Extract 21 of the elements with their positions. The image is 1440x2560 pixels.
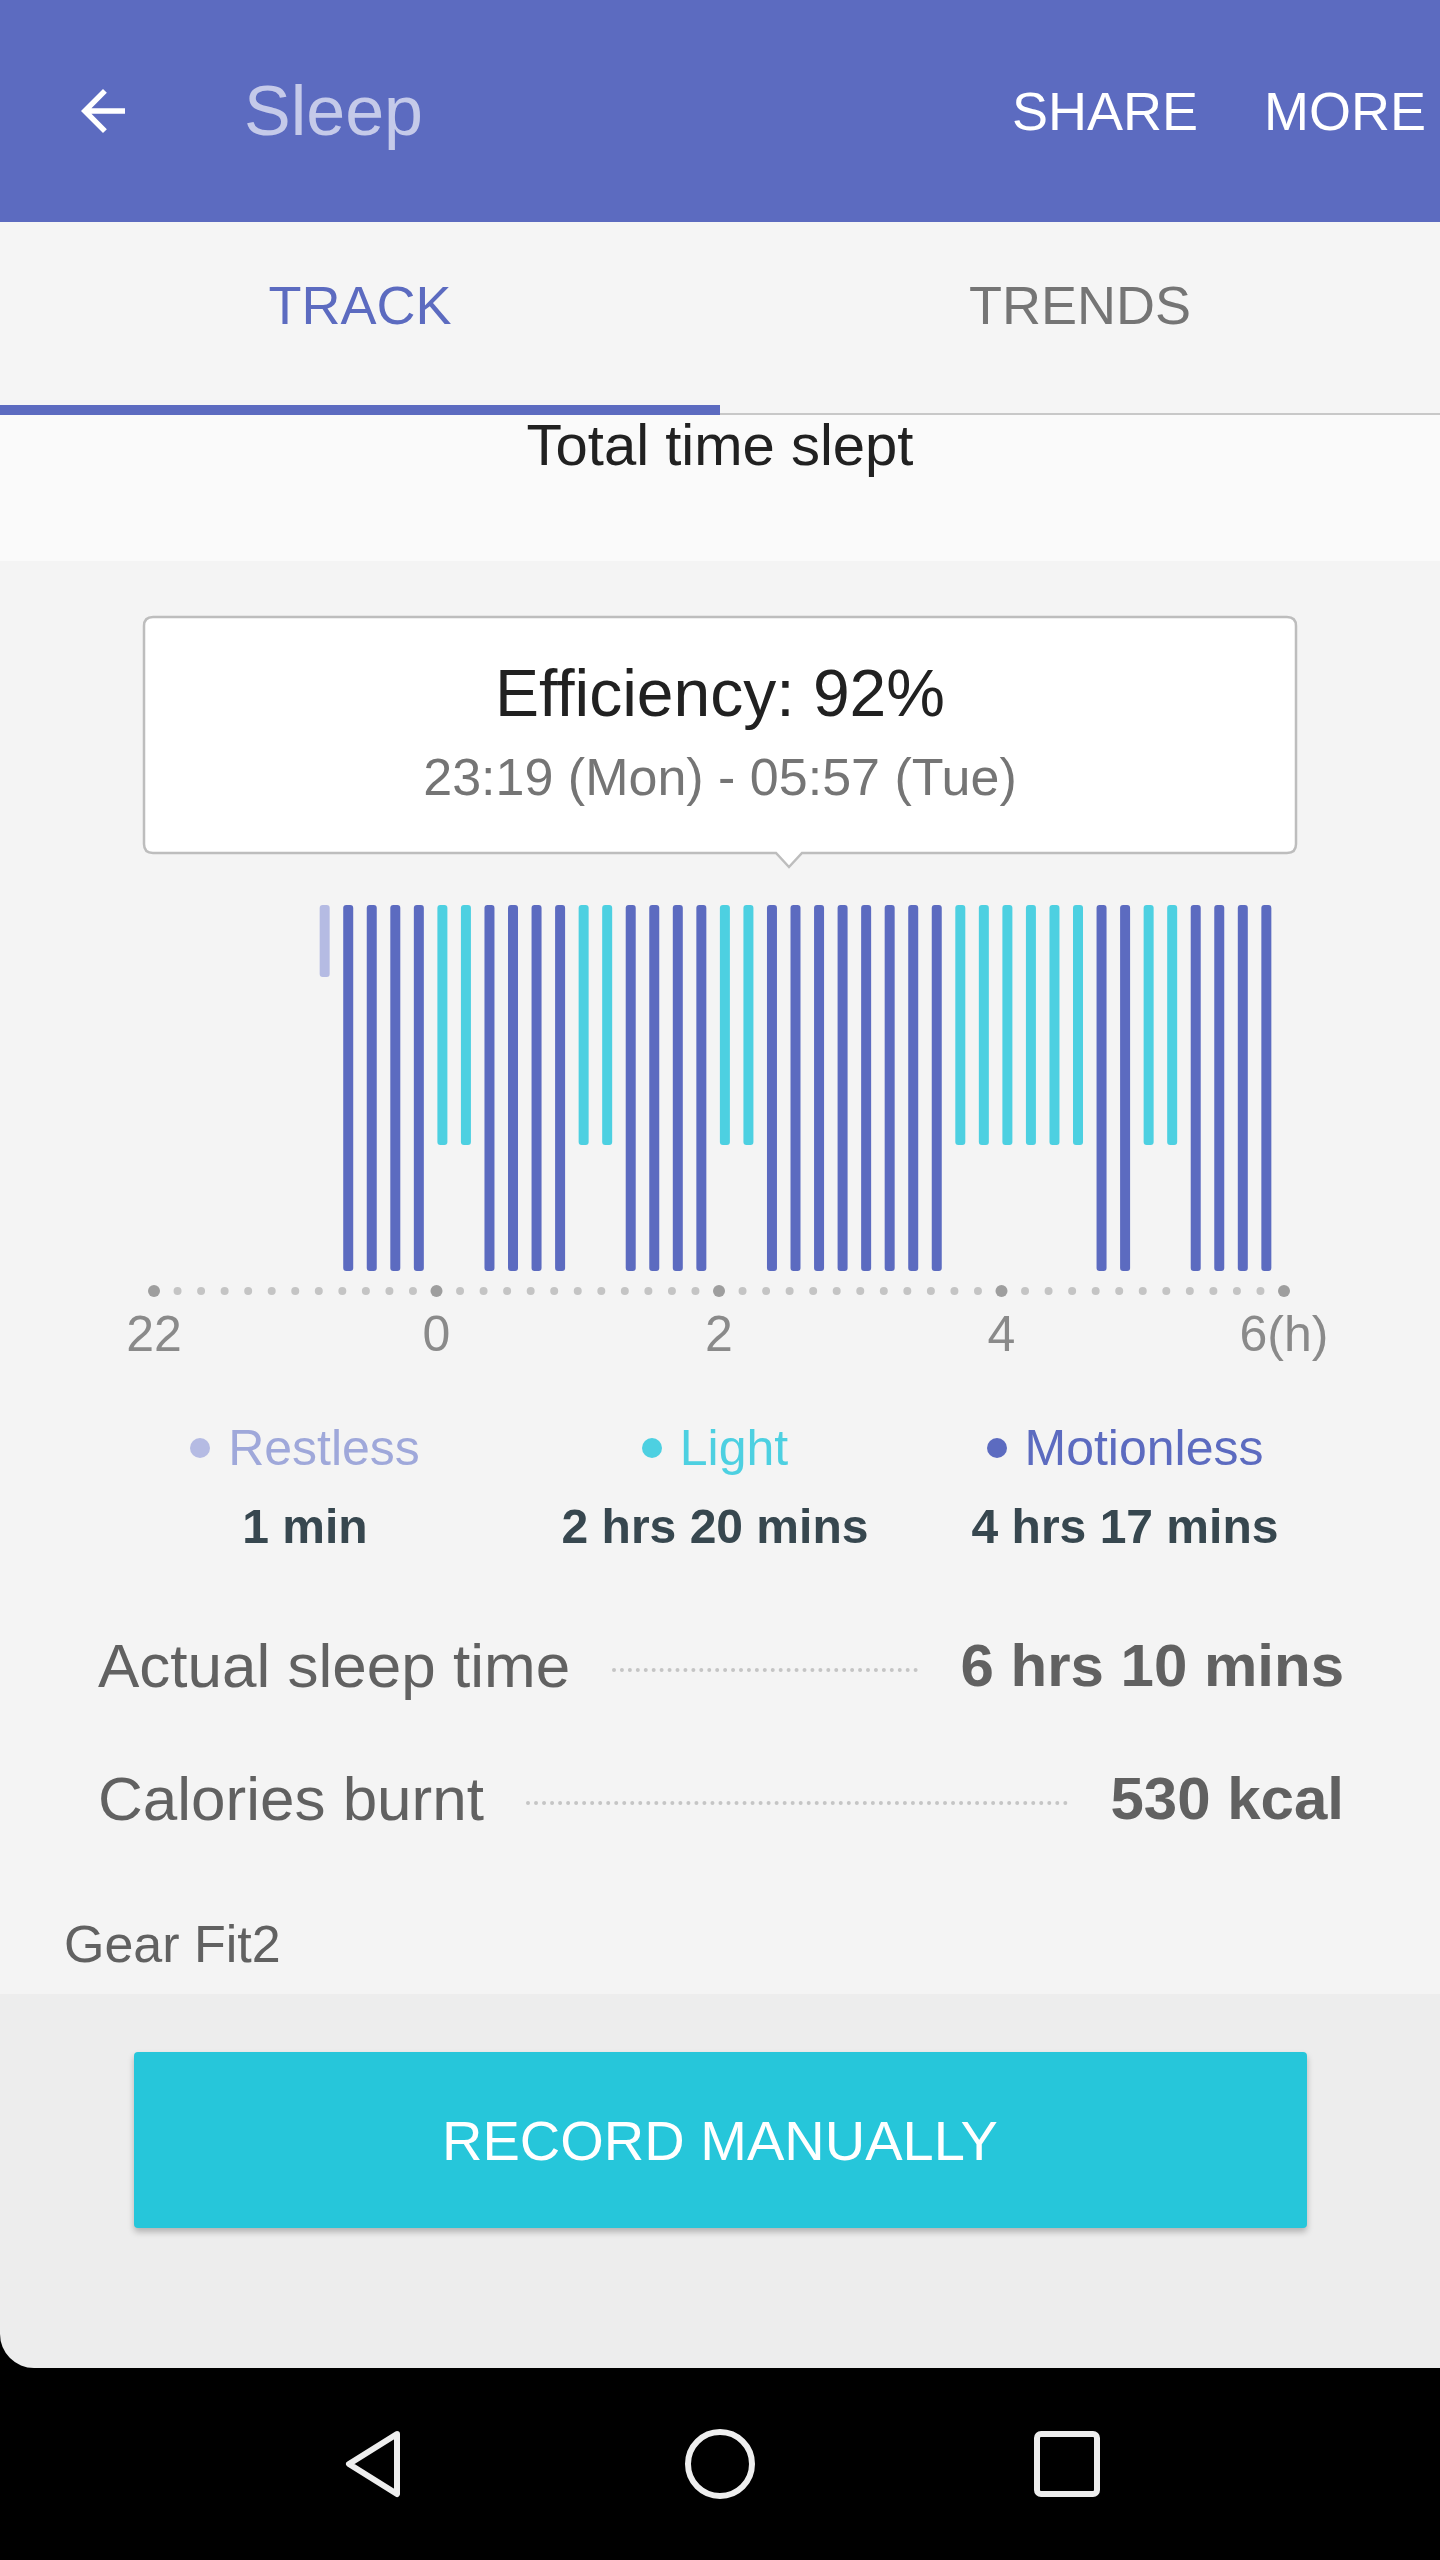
- axis-label: 4: [987, 1306, 1016, 1362]
- action-button[interactable]: MORE: [1264, 80, 1426, 142]
- device-name: Gear Fit2: [64, 1914, 282, 1975]
- legend-label: Light: [679, 1419, 789, 1477]
- legend-value: 4 hrs 17 mins: [971, 1499, 1279, 1554]
- legend-label: Restless: [228, 1419, 420, 1477]
- action-button[interactable]: SHARE: [1011, 80, 1198, 142]
- legend-label: Motionless: [1024, 1419, 1264, 1477]
- screen-title: Sleep: [244, 71, 425, 151]
- efficiency-text: Efficiency: 92%: [495, 655, 945, 731]
- stat-value: 530 kcal: [1110, 1764, 1344, 1833]
- legend-value: 2 hrs 20 mins: [561, 1499, 869, 1554]
- stat-label: Calories burnt: [98, 1763, 484, 1834]
- axis-label: 2: [705, 1306, 733, 1362]
- axis-label: 0: [422, 1306, 451, 1362]
- stat-value: 6 hrs 10 mins: [960, 1631, 1344, 1700]
- stat-label: Actual sleep time: [98, 1630, 571, 1701]
- time-range: 23:19 (Mon) - 05:57 (Tue): [423, 747, 1017, 807]
- legend-value: 1 min: [242, 1499, 368, 1554]
- axis-label: 22: [126, 1306, 182, 1362]
- axis-label: 6(h): [1239, 1306, 1329, 1362]
